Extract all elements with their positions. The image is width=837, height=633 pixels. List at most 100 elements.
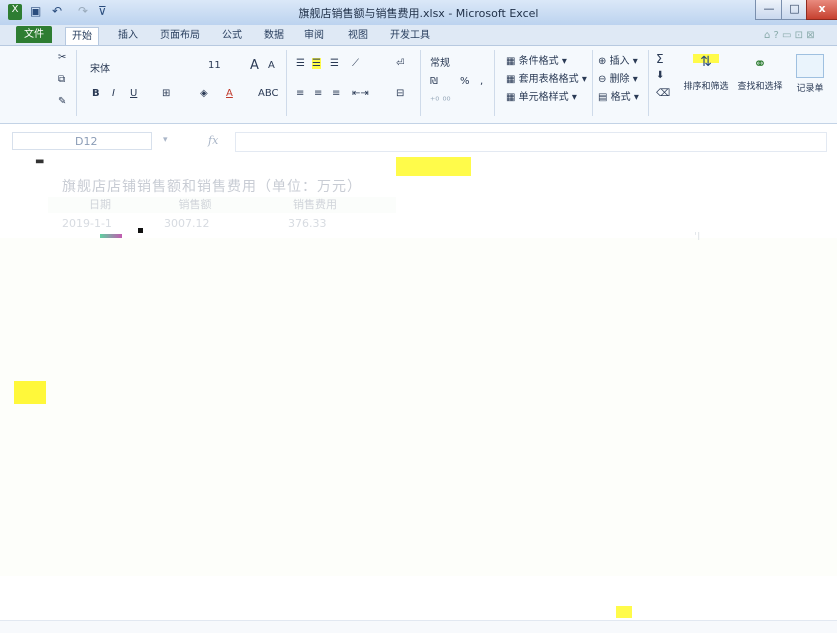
delete-cells-label: 删除: [609, 74, 630, 85]
ribbon: ✂ ⧉ ✎ 宋体 11 A A B I U ⊞ ◈ A ABC ☰ ☰ ☰ ⟋ …: [0, 46, 837, 124]
cell-sales[interactable]: 3007.12: [164, 214, 210, 233]
name-box-dropdown-icon[interactable]: ▾: [163, 135, 168, 145]
tab-developer[interactable]: 开发工具: [384, 27, 436, 44]
highlight-marker: [396, 157, 471, 176]
formula-input[interactable]: [235, 132, 827, 152]
tab-review[interactable]: 审阅: [298, 27, 330, 44]
format-painter-icon[interactable]: ✎: [58, 96, 66, 107]
font-color-button[interactable]: A: [226, 88, 233, 99]
merge-center-icon[interactable]: ⊟: [396, 88, 404, 99]
cell-style-icon: ▦: [506, 92, 519, 103]
align-top-icon[interactable]: ☰: [296, 58, 305, 69]
find-select-button[interactable]: ⚭ 查找和选择: [734, 54, 786, 92]
insert-cells-label: 插入: [609, 56, 630, 67]
minimize-button[interactable]: —: [755, 0, 783, 20]
format-cells-button[interactable]: ▤ 格式 ▾: [598, 88, 639, 103]
clear-icon[interactable]: ⌫: [656, 88, 670, 99]
border-icon[interactable]: ⊞: [162, 88, 170, 99]
italic-button[interactable]: I: [112, 88, 115, 99]
align-left-icon[interactable]: ≡: [296, 88, 304, 99]
format-cells-icon: ▤: [598, 92, 611, 103]
sheet-title-cell[interactable]: 旗舰店店铺销售额和销售费用（单位：万元）: [62, 176, 362, 196]
conditional-format-button[interactable]: ▦ 条件格式 ▾: [506, 52, 567, 67]
separator: [494, 50, 495, 116]
close-button[interactable]: x: [806, 0, 837, 20]
maximize-button[interactable]: □: [781, 0, 808, 20]
tab-home[interactable]: 开始: [65, 27, 99, 45]
cut-icon[interactable]: ✂: [58, 52, 66, 63]
tab-page-layout[interactable]: 页面布局: [154, 27, 206, 44]
help-icon[interactable]: ⌂ ? ▭ ⊡ ⊠: [758, 27, 821, 44]
separator: [76, 50, 77, 116]
shrink-font-button[interactable]: A: [268, 60, 275, 71]
separator: [592, 50, 593, 116]
header-date[interactable]: 日期: [60, 197, 140, 213]
highlight-marker: [14, 381, 46, 404]
cell-expense[interactable]: 376.33: [288, 214, 327, 233]
delete-cells-icon: ⊖: [598, 74, 610, 85]
tab-insert[interactable]: 插入: [112, 27, 144, 44]
font-name-select[interactable]: 宋体: [90, 60, 110, 75]
header-expense[interactable]: 销售费用: [270, 197, 360, 213]
indent-icon[interactable]: ⇤⇥: [352, 88, 369, 99]
cell-date[interactable]: 2019-1-1: [62, 214, 112, 233]
highlight-marker: [616, 606, 632, 618]
cell-style-button[interactable]: ▦ 单元格样式 ▾: [506, 88, 577, 103]
table-row[interactable]: 2019-1-1 3007.12 376.33: [48, 214, 396, 233]
percent-button[interactable]: %: [460, 76, 470, 87]
select-all-corner[interactable]: ▬: [35, 156, 44, 167]
cell-cursor[interactable]: [138, 228, 143, 233]
align-middle-icon[interactable]: ☰: [312, 58, 321, 69]
tab-file[interactable]: 文件: [16, 26, 52, 43]
tab-data[interactable]: 数据: [258, 27, 290, 44]
worksheet-grid[interactable]: [0, 238, 837, 576]
underline-button[interactable]: U: [130, 88, 137, 99]
separator: [420, 50, 421, 116]
align-right-icon[interactable]: ≡: [332, 88, 340, 99]
tab-view[interactable]: 视图: [342, 27, 374, 44]
separator: [648, 50, 649, 116]
table-format-label: 套用表格格式: [518, 74, 579, 85]
window-title: 旗舰店销售额与销售费用.xlsx - Microsoft Excel: [298, 7, 539, 20]
sort-filter-label: 排序和筛选: [683, 82, 729, 92]
stray-mark: 'I: [694, 230, 701, 243]
header-sales[interactable]: 销售额: [150, 197, 240, 213]
tab-formulas[interactable]: 公式: [216, 27, 248, 44]
wrap-text-icon[interactable]: ⏎: [396, 58, 404, 69]
number-format-select[interactable]: 常规: [430, 54, 450, 69]
binoculars-icon: ⚭: [753, 54, 767, 73]
conditional-format-icon: ▦: [506, 56, 519, 67]
orientation-icon[interactable]: ⟋: [352, 58, 359, 69]
fill-color-icon[interactable]: ◈: [200, 88, 208, 99]
title-bar: X ▣ ↶ ↷ ⊽ 旗舰店销售额与销售费用.xlsx - Microsoft E…: [0, 0, 837, 26]
conditional-format-label: 条件格式: [518, 56, 559, 67]
table-format-button[interactable]: ▦ 套用表格格式 ▾: [506, 70, 587, 85]
comma-button[interactable]: ,: [480, 76, 483, 87]
record-list-label: 记录单: [796, 84, 824, 94]
record-list-button[interactable]: 记录单: [790, 54, 830, 94]
insert-cells-icon: ⊕: [598, 56, 610, 67]
fx-button[interactable]: fx: [208, 134, 218, 147]
phonetic-icon[interactable]: ABC: [258, 88, 279, 99]
autosum-button[interactable]: Σ: [656, 52, 664, 66]
ribbon-tab-row: 文件 开始 插入 页面布局 公式 数据 审阅 视图 开发工具 ⌂ ? ▭ ⊡ ⊠: [0, 25, 837, 46]
format-cells-label: 格式: [610, 92, 631, 103]
status-bar: [0, 620, 837, 633]
fill-icon[interactable]: ⬇: [656, 70, 664, 81]
font-size-select[interactable]: 11: [208, 60, 221, 71]
delete-cells-button[interactable]: ⊖ 删除 ▾: [598, 70, 638, 85]
grow-font-button[interactable]: A: [250, 58, 259, 73]
currency-icon[interactable]: ₪: [430, 76, 438, 87]
copy-icon[interactable]: ⧉: [58, 74, 65, 85]
separator: [286, 50, 287, 116]
decimal-icon[interactable]: ⁺⁰ ⁰⁰: [430, 96, 450, 107]
name-box[interactable]: D12: [12, 132, 152, 150]
sort-filter-button[interactable]: ⇅ 排序和筛选: [678, 54, 734, 92]
sort-filter-icon: ⇅: [693, 54, 719, 76]
form-icon: [796, 54, 824, 78]
insert-cells-button[interactable]: ⊕ 插入 ▾: [598, 52, 638, 67]
table-format-icon: ▦: [506, 74, 519, 85]
bold-button[interactable]: B: [92, 88, 100, 99]
align-center-icon[interactable]: ≡: [314, 88, 322, 99]
align-bottom-icon[interactable]: ☰: [330, 58, 339, 69]
